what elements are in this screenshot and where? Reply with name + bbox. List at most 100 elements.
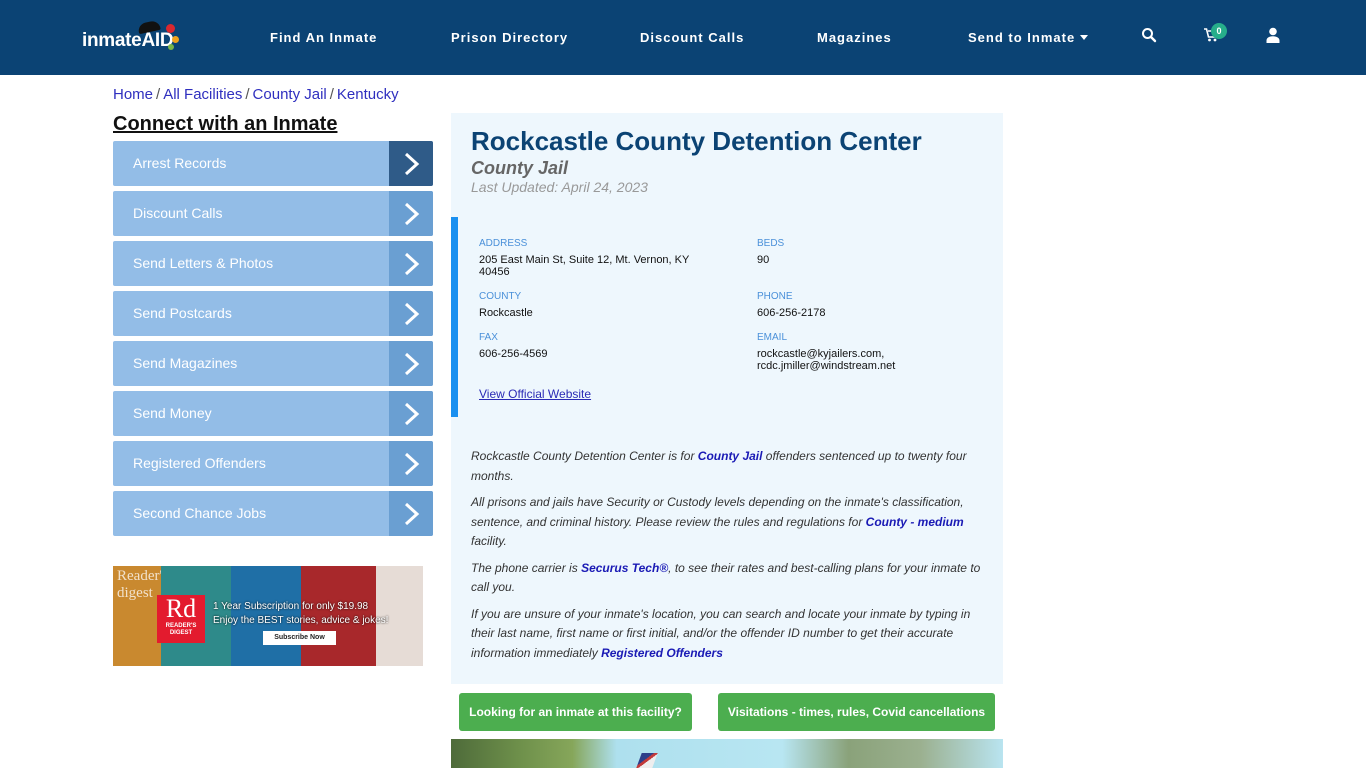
county-label: COUNTY bbox=[479, 291, 522, 302]
description-paragraph: The phone carrier is Securus Tech®, to s… bbox=[471, 559, 986, 598]
fax-field: FAX 606-256-4569 bbox=[479, 332, 548, 360]
breadcrumb-separator: / bbox=[245, 86, 250, 103]
beds-value: 90 bbox=[757, 254, 770, 266]
sidebar-item-label: Send Postcards bbox=[133, 305, 232, 321]
chevron-right-icon bbox=[389, 191, 433, 236]
phone-label: PHONE bbox=[757, 291, 793, 302]
sidebar-item-discount-calls[interactable]: Discount Calls bbox=[113, 191, 433, 236]
county-jail-link[interactable]: County Jail bbox=[698, 449, 763, 463]
nav-discount-calls[interactable]: Discount Calls bbox=[640, 30, 744, 45]
email-value-2: rcdc.jmiller@windstream.net bbox=[757, 360, 896, 372]
nav-magazines[interactable]: Magazines bbox=[817, 30, 892, 45]
chevron-right-icon bbox=[389, 241, 433, 286]
email-label: EMAIL bbox=[757, 332, 788, 343]
connect-menu: Arrest Records Discount Calls Send Lette… bbox=[113, 141, 433, 541]
logo-decoration-icon bbox=[166, 24, 175, 33]
address-line1: 205 East Main St, Suite 12, Mt. Vernon, … bbox=[479, 254, 690, 266]
county-medium-link[interactable]: County - medium bbox=[866, 515, 964, 529]
description-paragraph: If you are unsure of your inmate's locat… bbox=[471, 605, 986, 664]
chevron-right-icon bbox=[389, 341, 433, 386]
sidebar-item-arrest-records[interactable]: Arrest Records bbox=[113, 141, 433, 186]
breadcrumb: Home / All Facilities / County Jail / Kentucky bbox=[113, 86, 399, 103]
chevron-right-icon bbox=[389, 291, 433, 336]
beds-field: BEDS 90 bbox=[757, 238, 784, 266]
breadcrumb-home[interactable]: Home bbox=[113, 86, 153, 103]
sidebar-item-label: Send Letters & Photos bbox=[133, 255, 274, 271]
flag-image bbox=[636, 753, 658, 768]
connect-heading: Connect with an Inmate bbox=[113, 113, 338, 135]
sidebar-item-label: Second Chance Jobs bbox=[133, 505, 267, 521]
ad-tagline: Enjoy the BEST stories, advice & jokes! bbox=[213, 615, 389, 626]
phone-value: 606-256-2178 bbox=[757, 307, 826, 319]
sidebar-item-label: Discount Calls bbox=[133, 205, 223, 221]
description-paragraph: Rockcastle County Detention Center is fo… bbox=[471, 447, 986, 486]
county-value: Rockcastle bbox=[479, 307, 533, 319]
search-icon[interactable] bbox=[1141, 27, 1159, 45]
breadcrumb-separator: / bbox=[156, 86, 161, 103]
user-icon[interactable] bbox=[1265, 27, 1283, 45]
facility-card: Rockcastle County Detention Center Count… bbox=[451, 113, 1003, 684]
sidebar-item-label: Registered Offenders bbox=[133, 455, 266, 471]
nav-send-to-inmate-label: Send to Inmate bbox=[968, 30, 1076, 45]
description-paragraph: All prisons and jails have Security or C… bbox=[471, 493, 986, 552]
facility-info-box: ADDRESS 205 East Main St, Suite 12, Mt. … bbox=[451, 217, 1003, 417]
rd-logo-subtext: READER'S DIGEST bbox=[165, 623, 197, 636]
fax-label: FAX bbox=[479, 332, 498, 343]
logo-decoration-icon bbox=[168, 44, 174, 50]
description-text: The phone carrier is bbox=[471, 560, 582, 575]
sidebar-item-second-chance-jobs[interactable]: Second Chance Jobs bbox=[113, 491, 433, 536]
facility-description: Rockcastle County Detention Center is fo… bbox=[471, 447, 986, 670]
caret-down-icon bbox=[1080, 35, 1089, 40]
county-field: COUNTY Rockcastle bbox=[479, 291, 533, 319]
sidebar-item-send-letters-photos[interactable]: Send Letters & Photos bbox=[113, 241, 433, 286]
breadcrumb-county-jail[interactable]: County Jail bbox=[253, 86, 327, 103]
email-field: EMAIL rockcastle@kyjailers.com, rcdc.jmi… bbox=[757, 332, 895, 372]
chevron-right-icon bbox=[389, 141, 433, 186]
address-line2: 40456 bbox=[479, 266, 510, 278]
inmateaid-logo[interactable]: inmateAID bbox=[82, 19, 182, 54]
nav-prison-directory[interactable]: Prison Directory bbox=[451, 30, 568, 45]
sidebar-item-label: Send Money bbox=[133, 405, 212, 421]
chevron-right-icon bbox=[389, 441, 433, 486]
chevron-right-icon bbox=[389, 391, 433, 436]
logo-decoration-icon bbox=[172, 36, 179, 43]
view-official-website-link[interactable]: View Official Website bbox=[479, 387, 591, 401]
sidebar-item-label: Send Magazines bbox=[133, 355, 238, 371]
magazine-cover-image: Reader's digest bbox=[113, 566, 168, 666]
sidebar-item-label: Arrest Records bbox=[133, 155, 227, 171]
logo-text: inmateAID bbox=[82, 30, 174, 51]
description-text: Rockcastle County Detention Center is fo… bbox=[471, 449, 698, 463]
readers-digest-logo: Rd READER'S DIGEST bbox=[157, 595, 205, 643]
find-inmate-at-facility-button[interactable]: Looking for an inmate at this facility? bbox=[459, 693, 692, 731]
registered-offenders-link[interactable]: Registered Offenders bbox=[601, 646, 723, 660]
sidebar-item-send-magazines[interactable]: Send Magazines bbox=[113, 341, 433, 386]
nav-send-to-inmate-dropdown[interactable]: Send to Inmate bbox=[968, 30, 1089, 45]
phone-field: PHONE 606-256-2178 bbox=[757, 291, 826, 319]
visitations-button[interactable]: Visitations - times, rules, Covid cancel… bbox=[718, 693, 995, 731]
facility-name: Rockcastle County Detention Center bbox=[471, 126, 922, 156]
nav-find-an-inmate[interactable]: Find An Inmate bbox=[270, 30, 377, 45]
last-updated: Last Updated: April 24, 2023 bbox=[471, 179, 648, 195]
chevron-right-icon bbox=[389, 491, 433, 536]
readers-digest-ad-banner[interactable]: Reader's digest Rd READER'S DIGEST 1 Yea… bbox=[113, 566, 423, 666]
top-navbar: inmateAID Find An Inmate Prison Director… bbox=[0, 0, 1366, 75]
breadcrumb-kentucky[interactable]: Kentucky bbox=[337, 86, 399, 103]
sidebar-item-send-postcards[interactable]: Send Postcards bbox=[113, 291, 433, 336]
breadcrumb-all-facilities[interactable]: All Facilities bbox=[163, 86, 242, 103]
sidebar-item-registered-offenders[interactable]: Registered Offenders bbox=[113, 441, 433, 486]
beds-label: BEDS bbox=[757, 238, 785, 249]
ad-offer-text: 1 Year Subscription for only $19.98 bbox=[213, 601, 369, 612]
email-value-1: rockcastle@kyjailers.com, bbox=[757, 348, 885, 360]
fax-value: 606-256-4569 bbox=[479, 348, 548, 360]
facility-photo bbox=[451, 739, 1003, 768]
sidebar-item-send-money[interactable]: Send Money bbox=[113, 391, 433, 436]
securus-tech-link[interactable]: Securus Tech® bbox=[581, 561, 668, 575]
description-text: facility. bbox=[471, 534, 507, 548]
address-label: ADDRESS bbox=[479, 238, 528, 249]
facility-type: County Jail bbox=[471, 158, 569, 178]
address-field: ADDRESS 205 East Main St, Suite 12, Mt. … bbox=[479, 238, 709, 278]
breadcrumb-separator: / bbox=[329, 86, 334, 103]
cart-count-badge: 0 bbox=[1211, 23, 1227, 39]
subscribe-now-button[interactable]: Subscribe Now bbox=[263, 631, 336, 645]
rd-logo-text: Rd bbox=[165, 594, 197, 623]
